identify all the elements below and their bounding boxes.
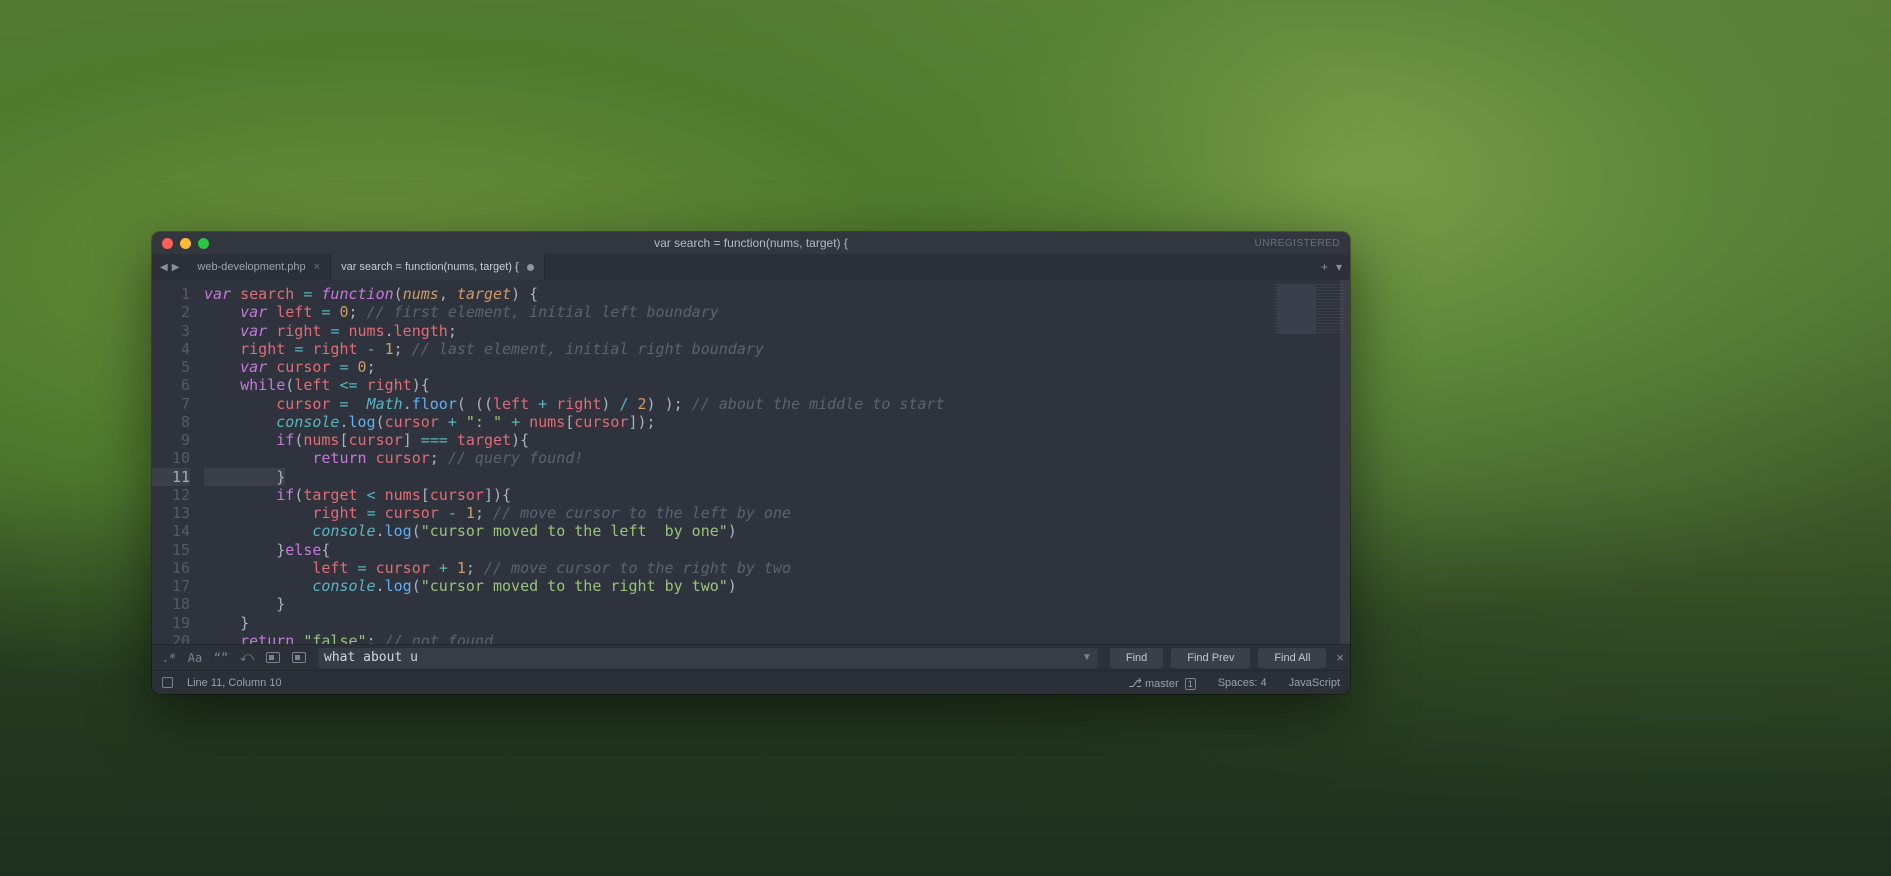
line-number[interactable]: 3 — [152, 322, 190, 340]
line-number[interactable]: 9 — [152, 431, 190, 449]
line-number[interactable]: 18 — [152, 595, 190, 613]
line-number[interactable]: 2 — [152, 303, 190, 321]
indentation-selector[interactable]: Spaces: 4 — [1218, 677, 1267, 689]
line-number[interactable]: 15 — [152, 541, 190, 559]
code-editor[interactable]: 1234567891011121314151617181920 var sear… — [152, 280, 1350, 644]
code-line[interactable]: cursor = Math.floor( ((left + right) / 2… — [204, 395, 1242, 413]
line-number[interactable]: 19 — [152, 614, 190, 632]
minimize-icon[interactable] — [180, 238, 191, 249]
code-line[interactable]: console.log("cursor moved to the left by… — [204, 522, 1242, 540]
code-line[interactable]: var left = 0; // first element, initial … — [204, 303, 1242, 321]
line-number-gutter: 1234567891011121314151617181920 — [152, 280, 200, 644]
close-find-icon[interactable]: × — [1336, 650, 1344, 665]
code-line[interactable]: var right = nums.length; — [204, 322, 1242, 340]
find-input-wrapper: ▼ — [318, 648, 1098, 668]
desktop-wallpaper: var search = function(nums, target) { UN… — [0, 0, 1891, 876]
nav-forward-icon[interactable]: ▶ — [172, 262, 180, 273]
whole-word-toggle-icon[interactable]: “” — [210, 648, 232, 668]
line-number[interactable]: 11 — [152, 468, 190, 486]
titlebar[interactable]: var search = function(nums, target) { UN… — [152, 232, 1350, 254]
branch-name: master — [1145, 678, 1179, 690]
code-line[interactable]: }else{ — [204, 541, 1242, 559]
close-tab-icon[interactable]: × — [314, 261, 320, 273]
dirty-indicator-icon — [527, 264, 534, 271]
branch-icon: ⎇ — [1128, 676, 1142, 690]
traffic-lights — [162, 238, 209, 249]
tab-label: var search = function(nums, target) { — [341, 261, 519, 273]
line-number[interactable]: 8 — [152, 413, 190, 431]
find-all-button[interactable]: Find All — [1258, 648, 1326, 668]
find-bar: .* Aa “” ⤺ ▼ Find Find Prev Find All × — [152, 644, 1350, 670]
code-line[interactable]: return cursor; // query found! — [204, 449, 1242, 467]
code-line[interactable]: right = right - 1; // last element, init… — [204, 340, 1242, 358]
line-number[interactable]: 10 — [152, 449, 190, 467]
maximize-icon[interactable] — [198, 238, 209, 249]
window-title: var search = function(nums, target) { — [152, 236, 1350, 250]
line-number[interactable]: 1 — [152, 285, 190, 303]
syntax-selector[interactable]: JavaScript — [1289, 677, 1340, 689]
code-line[interactable]: } — [204, 595, 1242, 613]
branch-count: 1 — [1185, 678, 1196, 690]
line-number[interactable]: 12 — [152, 486, 190, 504]
find-history-dropdown-icon[interactable]: ▼ — [1082, 652, 1092, 663]
status-bar: Line 11, Column 10 ⎇ master 1 Spaces: 4 … — [152, 670, 1350, 694]
code-line[interactable]: var search = function(nums, target) { — [204, 285, 1242, 303]
code-line[interactable]: } — [204, 468, 285, 486]
editor-window: var search = function(nums, target) { UN… — [152, 232, 1350, 694]
find-button[interactable]: Find — [1110, 648, 1163, 668]
case-sensitive-toggle-icon[interactable]: Aa — [184, 648, 206, 668]
find-prev-button[interactable]: Find Prev — [1171, 648, 1250, 668]
line-number[interactable]: 7 — [152, 395, 190, 413]
code-line[interactable]: right = cursor - 1; // move cursor to th… — [204, 504, 1242, 522]
cursor-position[interactable]: Line 11, Column 10 — [187, 677, 282, 689]
minimap-preview — [1274, 284, 1344, 334]
highlight-toggle-icon[interactable] — [288, 648, 310, 668]
code-area[interactable]: var search = function(nums, target) { va… — [200, 280, 1242, 644]
close-icon[interactable] — [162, 238, 173, 249]
line-number[interactable]: 4 — [152, 340, 190, 358]
line-number[interactable]: 14 — [152, 522, 190, 540]
code-line[interactable]: console.log(cursor + ": " + nums[cursor]… — [204, 413, 1242, 431]
line-number[interactable]: 17 — [152, 577, 190, 595]
regex-toggle-icon[interactable]: .* — [158, 648, 180, 668]
line-number[interactable]: 5 — [152, 358, 190, 376]
in-selection-toggle-icon[interactable] — [262, 648, 284, 668]
registration-badge: UNREGISTERED — [1255, 238, 1340, 249]
find-input[interactable] — [324, 650, 1078, 665]
line-number[interactable]: 13 — [152, 504, 190, 522]
code-line[interactable]: if(target < nums[cursor]){ — [204, 486, 1242, 504]
tab-label: web-development.php — [197, 261, 305, 273]
new-tab-icon[interactable]: + — [1321, 260, 1328, 274]
scrollbar-thumb[interactable] — [1340, 280, 1350, 644]
minimap[interactable] — [1242, 280, 1350, 644]
line-number[interactable]: 6 — [152, 376, 190, 394]
git-branch[interactable]: ⎇ master 1 — [1128, 676, 1196, 690]
code-line[interactable]: left = cursor + 1; // move cursor to the… — [204, 559, 1242, 577]
code-line[interactable]: if(nums[cursor] === target){ — [204, 431, 1242, 449]
panel-switcher-icon[interactable] — [162, 677, 173, 688]
code-line[interactable]: } — [204, 614, 1242, 632]
code-line[interactable]: var cursor = 0; — [204, 358, 1242, 376]
file-tab[interactable]: web-development.php × — [187, 254, 331, 280]
code-line[interactable]: while(left <= right){ — [204, 376, 1242, 394]
tab-bar: ◀ ▶ web-development.php × var search = fun… — [152, 254, 1350, 280]
line-number[interactable]: 16 — [152, 559, 190, 577]
tab-menu-icon[interactable]: ▾ — [1336, 260, 1342, 274]
line-number[interactable]: 20 — [152, 632, 190, 644]
wrap-toggle-icon[interactable]: ⤺ — [236, 648, 258, 668]
code-line[interactable]: console.log("cursor moved to the right b… — [204, 577, 1242, 595]
nav-back-icon[interactable]: ◀ — [160, 262, 168, 273]
code-line[interactable]: return "false"; // not found — [204, 632, 1242, 644]
file-tab[interactable]: var search = function(nums, target) { — [331, 254, 545, 280]
